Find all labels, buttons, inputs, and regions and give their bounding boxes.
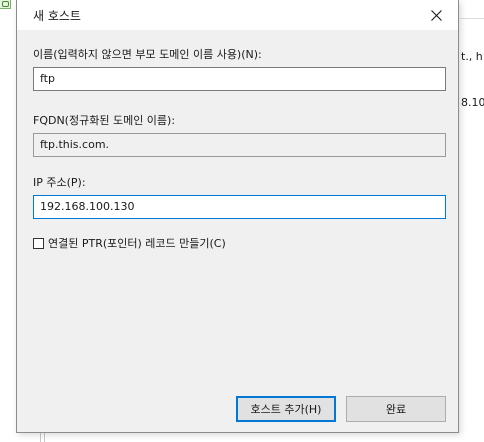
done-button[interactable]: 완료	[346, 396, 446, 422]
background-mark	[44, 433, 45, 442]
close-button[interactable]	[414, 0, 458, 30]
ptr-record-checkbox[interactable]	[33, 237, 44, 249]
dialog-titlebar[interactable]: 새 호스트	[17, 0, 458, 30]
background-text-2: 8.10	[461, 96, 484, 109]
ptr-record-label: 연결된 PTR(포인터) 레코드 만들기(C)	[48, 237, 226, 250]
background-window	[460, 0, 484, 442]
new-host-dialog: 새 호스트 이름(입력하지 않으면 부모 도메인 이름 사용)(N): ftp …	[16, 0, 459, 433]
ip-address-input[interactable]: 192.168.100.130	[33, 195, 446, 219]
fqdn-label: FQDN(정규화된 도메인 이름):	[33, 114, 176, 127]
close-icon	[430, 9, 442, 21]
screen: t., h 8.10 새 호스트 이름(입력하지 않으면 부모 도메인 이름 사…	[0, 0, 484, 442]
name-label: 이름(입력하지 않으면 부모 도메인 이름 사용)(N):	[33, 48, 262, 61]
name-input[interactable]: ftp	[33, 67, 446, 91]
background-mark	[40, 433, 41, 442]
background-divider	[460, 18, 484, 19]
app-icon	[0, 0, 11, 9]
dialog-title: 새 호스트	[33, 9, 81, 23]
add-host-button[interactable]: 호스트 추가(H)	[236, 396, 336, 422]
ptr-record-option[interactable]: 연결된 PTR(포인터) 레코드 만들기(C)	[33, 235, 226, 251]
background-text-1: t., h	[461, 50, 483, 63]
ip-address-label: IP 주소(P):	[33, 176, 86, 189]
fqdn-field: ftp.this.com.	[33, 133, 446, 157]
